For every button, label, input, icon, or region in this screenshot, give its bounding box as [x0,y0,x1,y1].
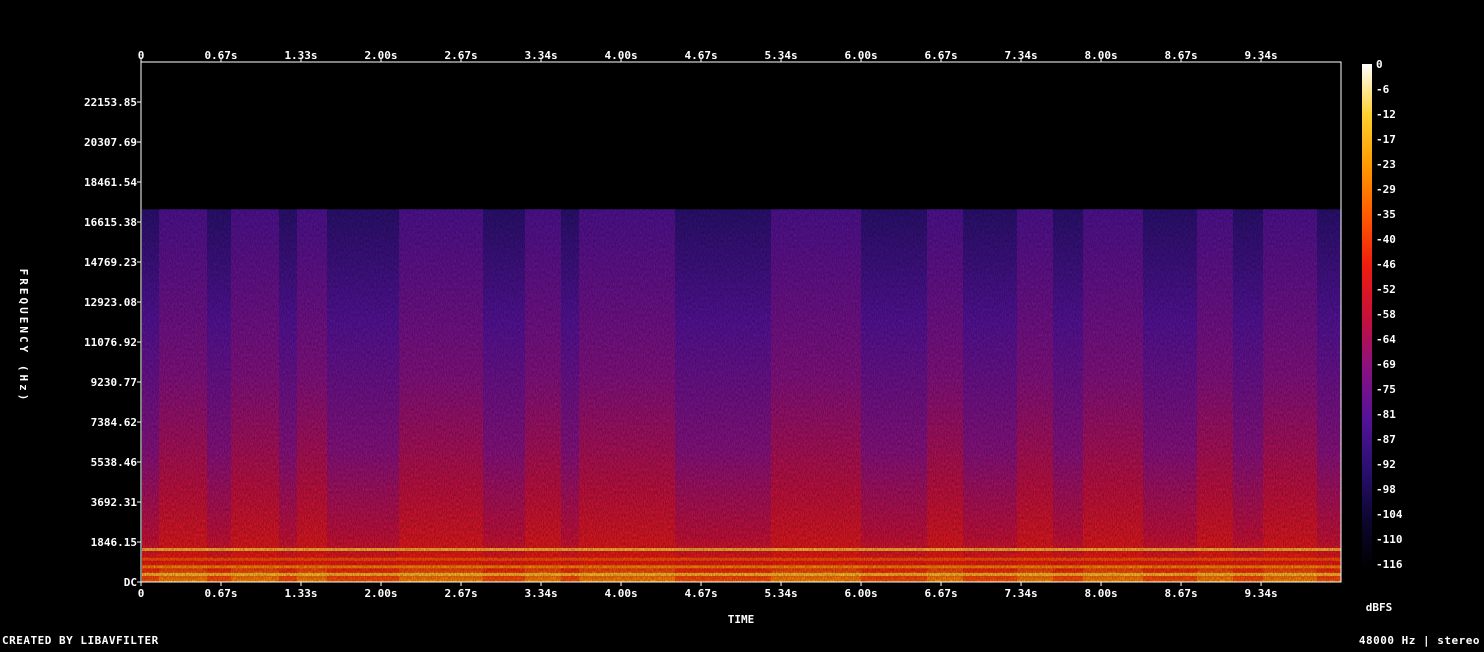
x-tick-bottom-label: 3.34s [524,587,557,600]
colorbar-tick-label: -12 [1376,108,1396,121]
colorbar-tick-label: -40 [1376,233,1396,246]
x-tick-top-label: 9.34s [1244,49,1277,62]
y-tick-label: 11076.92 [84,336,137,349]
colorbar-tick-label: -104 [1376,508,1403,521]
colorbar-tick-label: -64 [1376,333,1396,346]
y-tick-label: 9230.77 [91,376,137,389]
y-tick-label: 5538.46 [91,456,138,469]
colorbar-label: dBFS [1366,601,1393,614]
y-tick-label: 18461.54 [84,176,137,189]
colorbar-tick-label: -52 [1376,283,1396,296]
footer-credit: CREATED BY LIBAVFILTER [2,634,159,647]
x-tick-bottom-label: 6.00s [844,587,877,600]
x-tick-bottom-label: 0.67s [204,587,237,600]
colorbar-tick-label: -46 [1376,258,1396,271]
y-tick-label: 7384.62 [91,416,137,429]
x-tick-bottom-label: 4.00s [604,587,637,600]
y-axis-label: FREQUENCY (Hz) [17,269,30,404]
footer-sample-info: 48000 Hz | stereo [1358,634,1480,647]
x-tick-bottom-label: 2.67s [444,587,477,600]
colorbar-tick-label: -69 [1376,358,1396,371]
y-tick-label: 20307.69 [84,136,137,149]
x-tick-top-label: 0.67s [204,49,237,62]
noise-texture [142,209,1341,583]
colorbar-tick-label: -35 [1376,208,1396,221]
x-tick-top-label: 4.67s [684,49,717,62]
y-tick-label: 12923.08 [84,296,137,309]
x-tick-top-label: 1.33s [284,49,317,62]
spectrogram-chart: 0 0.67s 1.33s 2.00s 2.67s 3.34s 4.00s 4.67s 5.34… [0,0,1484,648]
y-tick-label: 3692.31 [91,496,138,509]
x-tick-bottom-label: 8.00s [1084,587,1117,600]
colorbar-tick-label: -116 [1376,558,1403,571]
colorbar-tick-label: -29 [1376,183,1396,196]
x-tick-top-label: 0 [138,49,145,62]
x-tick-top-label: 2.00s [364,49,397,62]
x-tick-bottom-label: 0 [138,587,145,600]
x-tick-bottom-label: 4.67s [684,587,717,600]
colorbar: 0 -6 -12 -17 -23 -29 -35 -40 -46 -52 -58 -64 -69 -75 -… [1362,58,1403,571]
y-tick-label: DC [124,576,137,589]
x-tick-top-label: 6.00s [844,49,877,62]
x-tick-top-label: 8.00s [1084,49,1117,62]
x-tick-bottom-label: 7.34s [1004,587,1037,600]
colorbar-tick-label: -92 [1376,458,1396,471]
plot-area [140,61,1342,583]
colorbar-tick-label: -87 [1376,433,1396,446]
colorbar-tick-label: -17 [1376,133,1396,146]
x-tick-bottom-label: 8.67s [1164,587,1197,600]
y-tick-label: 14769.23 [84,256,137,269]
colorbar-tick-label: -81 [1376,408,1396,421]
colorbar-tick-label: -6 [1376,83,1390,96]
y-tick-label: 22153.85 [84,96,137,109]
colorbar-tick-label: -58 [1376,308,1396,321]
colorbar-gradient [1362,64,1372,570]
x-tick-top-label: 3.34s [524,49,557,62]
x-tick-top-label: 7.34s [1004,49,1037,62]
x-tick-top-label: 6.67s [924,49,957,62]
colorbar-tick-label: -98 [1376,483,1396,496]
x-tick-top-label: 8.67s [1164,49,1197,62]
x-tick-bottom-label: 2.00s [364,587,397,600]
spectrogram-svg: 0 0.67s 1.33s 2.00s 2.67s 3.34s 4.00s 4.67s 5.34… [17,49,1403,626]
x-tick-bottom-label: 9.34s [1244,587,1277,600]
x-tick-top-label: 4.00s [604,49,637,62]
x-tick-bottom-label: 5.34s [764,587,797,600]
colorbar-tick-label: -75 [1376,383,1396,396]
colorbar-tick-label: 0 [1376,58,1383,71]
x-axis-label: TIME [728,613,755,626]
x-tick-bottom-label: 1.33s [284,587,317,600]
x-tick-top-label: 5.34s [764,49,797,62]
colorbar-tick-label: -110 [1376,533,1403,546]
x-tick-top-label: 2.67s [444,49,477,62]
y-tick-label: 16615.38 [84,216,137,229]
y-tick-label: 1846.15 [91,536,137,549]
x-tick-bottom-label: 6.67s [924,587,957,600]
colorbar-tick-label: -23 [1376,158,1396,171]
